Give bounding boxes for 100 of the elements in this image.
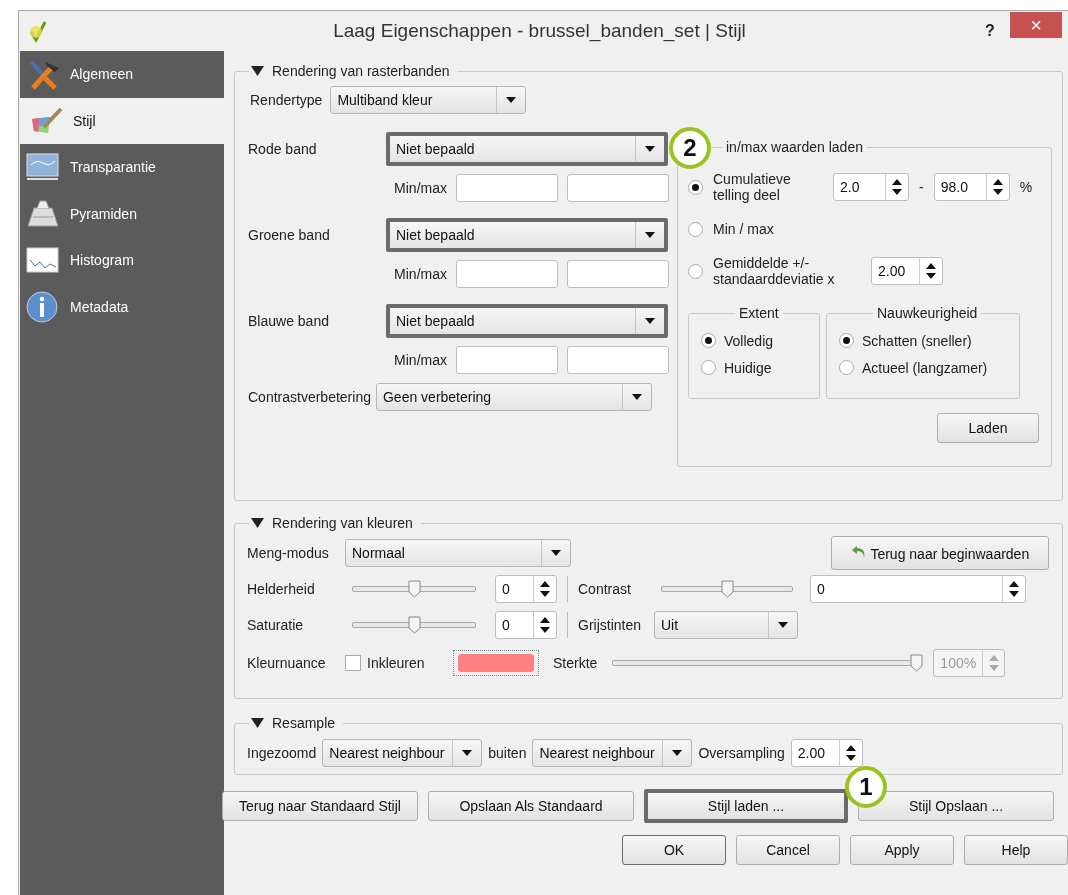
radio-button[interactable] (839, 360, 854, 375)
sidebar-item[interactable]: Algemeen (20, 51, 224, 98)
caret-icon[interactable] (645, 146, 655, 152)
slider-thumb[interactable] (407, 616, 421, 634)
down-arrow-icon[interactable] (540, 627, 550, 633)
option-label: Gemiddelde +/- standaarddeviatie x (713, 255, 836, 287)
text-field[interactable] (456, 346, 558, 374)
caret-icon[interactable] (778, 622, 788, 628)
spin-box[interactable]: 0 (495, 611, 557, 639)
caret-icon[interactable] (506, 97, 517, 103)
spin-box[interactable]: 2.00 (871, 257, 943, 285)
slider-thumb[interactable] (407, 580, 421, 598)
collapse-triangle-icon[interactable] (251, 518, 264, 528)
collapse-triangle-icon[interactable] (251, 66, 264, 76)
style-button[interactable]: Terug naar Standaard Stijl (222, 791, 418, 821)
dialog-button[interactable]: OK (622, 835, 726, 865)
field-label: Saturatie (247, 617, 305, 633)
radio-button[interactable] (688, 221, 703, 237)
caret-icon[interactable] (631, 394, 642, 400)
style-button[interactable]: Opslaan Als Standaard (428, 791, 634, 821)
spin-box[interactable]: 2.0 (833, 173, 909, 201)
radio-button[interactable] (688, 179, 703, 195)
slider-thumb[interactable] (720, 580, 734, 598)
load-button[interactable]: Laden (937, 413, 1039, 443)
caret-icon[interactable] (462, 750, 473, 756)
dialog-button[interactable]: Help (964, 835, 1068, 865)
spin-box[interactable]: 0 (810, 575, 1026, 603)
caret-icon[interactable] (645, 232, 655, 238)
field-label: Contrast (578, 581, 632, 597)
sidebar-item[interactable]: Pyramiden (20, 190, 224, 237)
field-label: Contrastverbetering (248, 389, 371, 405)
annotation-badge: 2 (669, 127, 711, 169)
band-dropdown[interactable]: Niet bepaald (386, 132, 668, 166)
text-field[interactable] (567, 346, 669, 374)
up-arrow-icon[interactable] (992, 179, 1003, 185)
text-field[interactable] (567, 260, 669, 288)
sidebar-item[interactable]: Transparantie (20, 144, 224, 191)
sidebar-item[interactable]: Metadata (20, 283, 224, 330)
text-field[interactable] (456, 260, 558, 288)
zoomed-in-resampling-dropdown[interactable]: Nearest neighbour (322, 739, 483, 767)
help-button[interactable]: ? (970, 22, 1010, 40)
up-arrow-icon[interactable] (540, 581, 550, 587)
unit-label: % (1019, 179, 1033, 195)
contrast-enhancement-dropdown[interactable]: Geen verbetering (375, 383, 652, 411)
up-arrow-icon[interactable] (845, 745, 856, 751)
checkbox[interactable] (345, 655, 361, 671)
spin-box[interactable]: 2.00 (790, 739, 863, 767)
option-label: Min / max (713, 221, 774, 237)
color-picker-button[interactable] (453, 650, 539, 676)
down-arrow-icon[interactable] (992, 189, 1003, 195)
band-dropdown[interactable]: Niet bepaald (386, 218, 668, 252)
grayscale-dropdown[interactable]: Uit (654, 611, 798, 639)
field-label: Rendertype (250, 92, 323, 108)
field-label: Sterkte (553, 655, 598, 671)
down-arrow-icon[interactable] (540, 591, 550, 597)
field-label: Grijstinten (578, 617, 643, 633)
text-field[interactable] (567, 174, 669, 202)
up-arrow-icon[interactable] (892, 179, 902, 185)
up-arrow-icon[interactable] (1009, 581, 1019, 587)
blend-mode-dropdown[interactable]: Normaal (345, 539, 571, 567)
window-title: Laag Eigenschappen - brussel_banden_set | Stijl (332, 20, 747, 42)
field-label: Blauwe band (247, 313, 330, 329)
sidebar-item[interactable]: Histogram (20, 237, 224, 284)
field-label: Kleurnuance (247, 655, 327, 671)
radio-button[interactable] (839, 333, 854, 348)
down-arrow-icon[interactable] (892, 189, 902, 195)
close-button[interactable]: × (1010, 12, 1062, 38)
down-arrow-icon[interactable] (845, 755, 856, 761)
radio-button[interactable] (701, 333, 716, 348)
reset-button[interactable]: Terug naar beginwaarden (831, 536, 1049, 570)
style-button[interactable]: Stijl laden ... (644, 789, 848, 823)
option-label: Actueel (langzamer) (862, 359, 988, 376)
radio-button[interactable] (688, 263, 703, 279)
radio-button[interactable] (701, 360, 716, 375)
band-dropdown[interactable]: Niet bepaald (386, 304, 668, 338)
dialog-button[interactable]: Cancel (736, 835, 840, 865)
spin-box[interactable]: 0 (495, 575, 557, 603)
option-label: Volledig (724, 332, 774, 349)
caret-icon[interactable] (672, 750, 683, 756)
caret-icon[interactable] (551, 550, 561, 556)
render-type-dropdown[interactable]: Multiband kleur (330, 86, 527, 114)
caret-icon[interactable] (645, 318, 655, 324)
field-label: Meng-modus (247, 545, 330, 561)
collapse-triangle-icon[interactable] (251, 718, 264, 728)
field-label: Ingezoomd (247, 745, 317, 761)
field-label: Min/max (394, 352, 447, 368)
spin-box[interactable]: 98.0 (933, 173, 1010, 201)
zoomed-out-resampling-dropdown[interactable]: Nearest neighbour (532, 739, 693, 767)
up-arrow-icon[interactable] (540, 617, 550, 623)
down-arrow-icon[interactable] (1009, 591, 1019, 597)
range-separator: - (919, 179, 924, 195)
info-icon (25, 290, 60, 323)
text-field[interactable] (456, 174, 558, 202)
group-title: Extent (738, 305, 780, 321)
checkbox-label: Inkleuren (367, 655, 426, 671)
dialog-button[interactable]: Apply (850, 835, 954, 865)
sidebar-item[interactable]: Stijl (20, 97, 224, 144)
up-arrow-icon[interactable] (926, 263, 936, 269)
option-label: Cumulatieve telling deel (713, 171, 792, 203)
down-arrow-icon[interactable] (926, 273, 936, 279)
